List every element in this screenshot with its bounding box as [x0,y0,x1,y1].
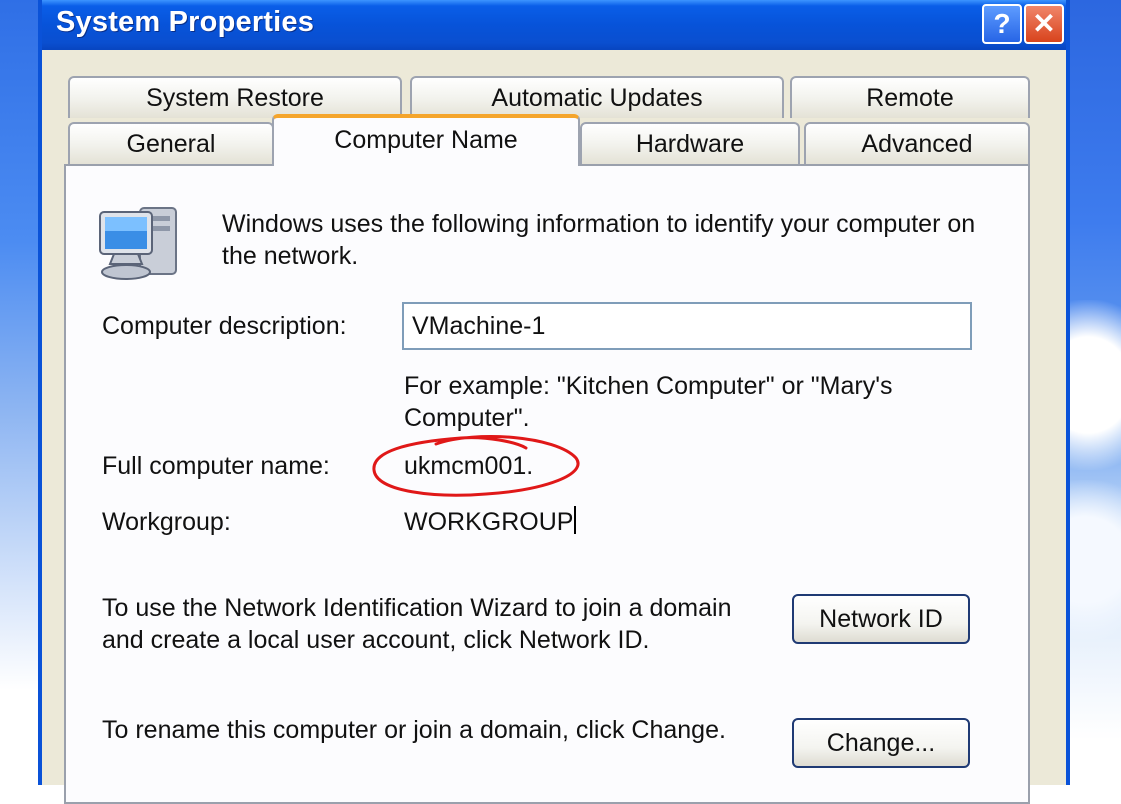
computer-icon [99,207,177,280]
tab-computer-name[interactable]: Computer Name [272,114,580,166]
full-computer-name-label: Full computer name: [102,452,330,480]
intro-text: Windows uses the following information t… [222,210,976,270]
help-button[interactable]: ? [982,4,1022,44]
title-bar[interactable]: System Properties ? ✕ [42,0,1066,50]
tab-hardware[interactable]: Hardware [580,122,800,164]
help-icon: ? [993,8,1011,39]
network-id-instructions: To use the Network Identification Wizard… [102,594,732,654]
close-icon: ✕ [1032,8,1056,39]
system-properties-window: System Properties ? ✕ System Restore Aut… [38,0,1070,804]
change-button[interactable]: Change... [792,718,970,768]
tab-advanced[interactable]: Advanced [804,122,1030,164]
workgroup-value: WORKGROUP [404,506,577,538]
computer-name-panel: Windows uses the following information t… [64,164,1030,804]
computer-description-input[interactable] [402,302,972,350]
window-title: System Properties [56,6,315,38]
tab-automatic-updates[interactable]: Automatic Updates [410,76,784,118]
full-computer-name-value: ukmcm001. [404,452,534,480]
computer-description-label: Computer description: [102,312,347,340]
text-caret [574,506,577,534]
example-hint: For example: "Kitchen Computer" or "Mary… [404,372,893,432]
tab-general[interactable]: General [68,122,274,164]
rename-instructions: To rename this computer or join a domain… [102,716,726,744]
tab-remote[interactable]: Remote [790,76,1030,118]
network-id-button[interactable]: Network ID [792,594,970,644]
close-button[interactable]: ✕ [1024,4,1064,44]
workgroup-label: Workgroup: [102,508,231,536]
tab-system-restore[interactable]: System Restore [68,76,402,118]
